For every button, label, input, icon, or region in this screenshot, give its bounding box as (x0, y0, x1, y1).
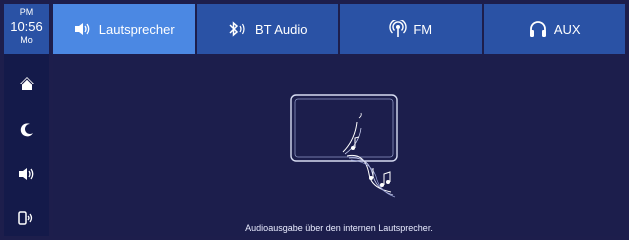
phone-audio-icon (17, 211, 32, 225)
sidebar: PM 10:56 Mo (4, 4, 49, 236)
audio-source-tabs: Lautsprecher BT Audio FM AUX (53, 4, 625, 54)
radio-icon (389, 20, 408, 38)
bluetooth-icon (227, 21, 249, 37)
sidebar-item-audio[interactable] (4, 152, 49, 196)
sidebar-item-phone-audio[interactable] (4, 196, 49, 240)
sidebar-item-night-mode[interactable] (4, 108, 49, 152)
tab-lautsprecher[interactable]: Lautsprecher (53, 4, 195, 54)
main-panel: Audioausgabe über den internen Lautsprec… (53, 56, 625, 236)
tab-fm[interactable]: FM (340, 4, 482, 54)
tab-label: AUX (553, 21, 581, 37)
tab-label: FM (413, 21, 433, 37)
tab-aux[interactable]: AUX (483, 4, 625, 54)
output-description: Audioausgabe über den internen Lautsprec… (245, 223, 433, 233)
moon-icon (20, 123, 33, 137)
speaker-icon (73, 21, 93, 37)
tab-label: Lautsprecher (98, 21, 175, 37)
tab-bt-audio[interactable]: BT Audio (196, 4, 338, 54)
clock-widget[interactable]: PM 10:56 Mo (4, 4, 49, 54)
clock-day: Mo (20, 35, 33, 45)
speaker-icon (18, 168, 33, 180)
tab-label: BT Audio (254, 21, 308, 37)
clock-time: 10:56 (10, 19, 43, 34)
headphones-icon (528, 20, 548, 38)
home-icon (19, 77, 34, 90)
sidebar-item-home[interactable] (4, 62, 49, 106)
clock-ampm: PM (19, 7, 34, 17)
speaker-screen-illustration (290, 94, 398, 198)
